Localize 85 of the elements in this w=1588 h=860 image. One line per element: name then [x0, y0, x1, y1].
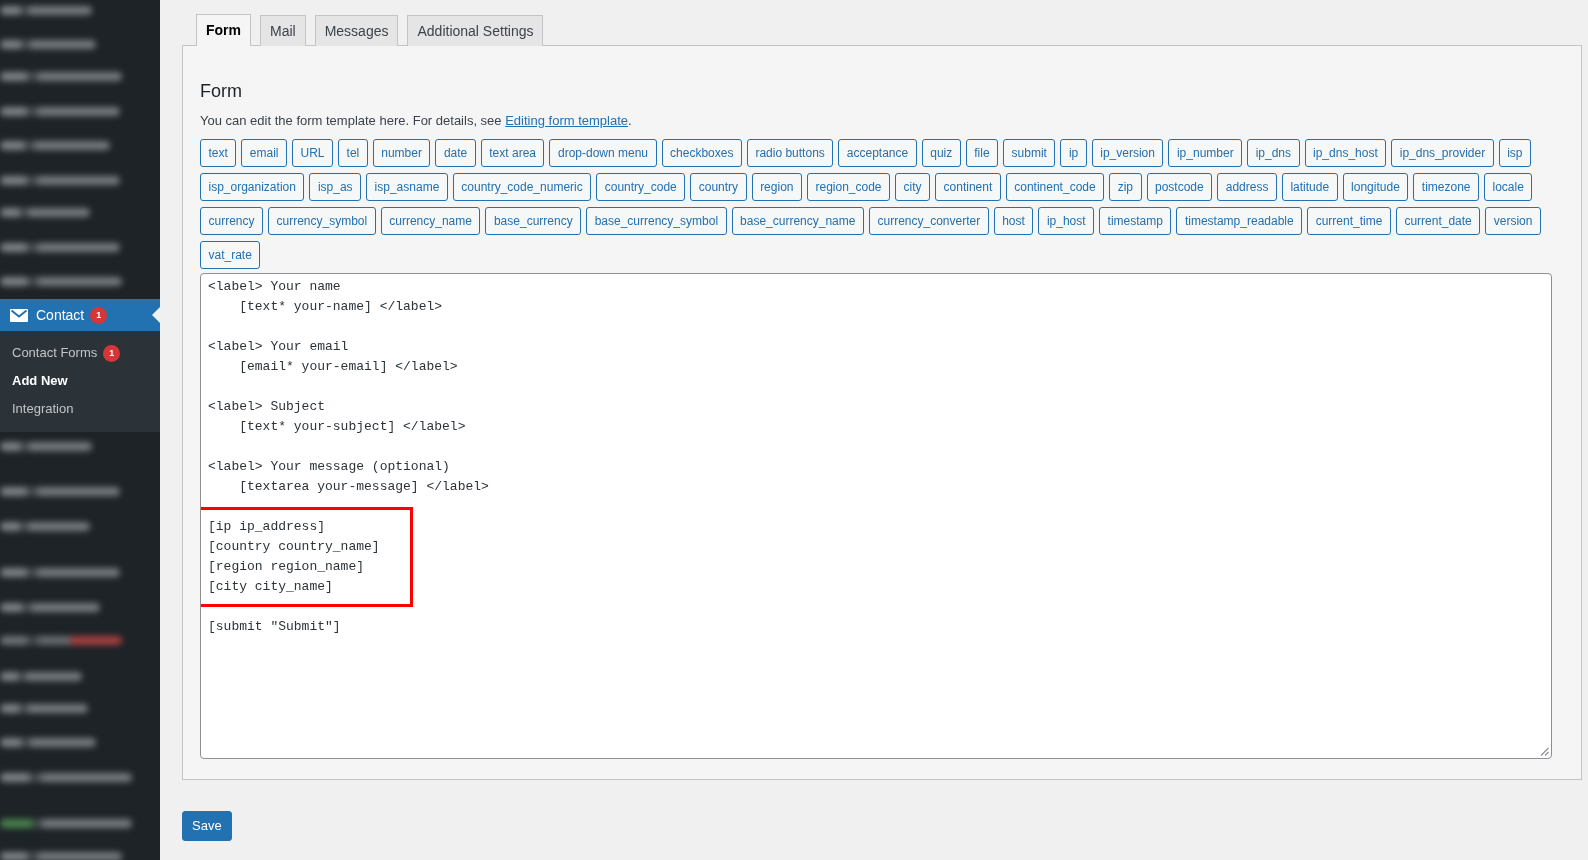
tag-generator-button[interactable]: radio buttons	[746, 139, 834, 167]
tag-generator-button[interactable]: locale	[1484, 173, 1533, 201]
tag-generator-button[interactable]: ip_number	[1168, 139, 1243, 167]
form-template-editor[interactable]	[200, 273, 1552, 759]
template-line: [email* your-email] </label>	[238, 358, 458, 376]
tag-generator-button[interactable]: email	[241, 139, 288, 167]
notification-count: 1	[90, 306, 108, 324]
tag-generator-button[interactable]: address	[1217, 173, 1277, 201]
tag-generator-button[interactable]: country_code	[596, 173, 686, 201]
tag-generator-button[interactable]: zip	[1109, 173, 1142, 201]
editing-form-template-link[interactable]: Editing form template	[505, 113, 629, 128]
tag-generator-button[interactable]: timestamp	[1099, 207, 1172, 235]
template-line: [submit "Submit"]	[208, 618, 341, 636]
tag-generator-button[interactable]: ip_dns_host	[1304, 139, 1387, 167]
tag-generator-button[interactable]: currency_symbol	[268, 207, 376, 235]
tab[interactable]: Messages	[314, 15, 399, 46]
envelope-icon	[10, 308, 28, 322]
tag-generator-button[interactable]: date	[435, 139, 476, 167]
tag-generator-button[interactable]: current_time	[1307, 207, 1391, 235]
tag-generator-button[interactable]: number	[372, 139, 431, 167]
tag-generator-button[interactable]: ip_version	[1091, 139, 1164, 167]
submenu-item[interactable]: Integration	[0, 395, 80, 424]
tab[interactable]: Additional Settings	[407, 15, 544, 46]
tag-generator-button[interactable]: drop-down menu	[549, 139, 657, 167]
tag-generator-button[interactable]: currency_converter	[868, 207, 989, 235]
tag-generator-button[interactable]: country_code_numeric	[452, 173, 592, 201]
notification-count: 1	[103, 344, 121, 362]
template-line: [city city_name]	[208, 578, 333, 596]
tag-generator-button[interactable]: ip_dns_provider	[1391, 139, 1494, 167]
template-line: <label> Your message (optional)	[208, 458, 450, 476]
tag-generator-button[interactable]: text	[200, 139, 237, 167]
tag-generator-button[interactable]: acceptance	[838, 139, 917, 167]
tag-generator-button[interactable]: latitude	[1281, 173, 1338, 201]
tag-generator-button[interactable]: text area	[480, 139, 545, 167]
tag-generator-button[interactable]: timezone	[1413, 173, 1480, 201]
tag-generator-button[interactable]: postcode	[1146, 173, 1213, 201]
template-line: [country country_name]	[208, 538, 380, 556]
tag-generator-button[interactable]: currency	[200, 207, 263, 235]
tag-generator-button[interactable]: city	[895, 173, 931, 201]
tag-generator-button[interactable]: isp_asname	[366, 173, 448, 201]
tag-generator-button[interactable]: quiz	[921, 139, 961, 167]
resize-grip-icon	[1540, 747, 1549, 756]
template-line: [ip ip_address]	[208, 518, 326, 536]
tag-generator-button[interactable]: continent	[935, 173, 1001, 201]
tag-generator-button[interactable]: checkboxes	[661, 139, 742, 167]
tag-generator-button[interactable]: base_currency_symbol	[586, 207, 727, 235]
tag-generator-button[interactable]: submit	[1003, 139, 1056, 167]
template-line: [textarea your-message] </label>	[238, 478, 489, 496]
tag-generator-button[interactable]: isp_as	[309, 173, 362, 201]
template-line: <label> Your email	[208, 338, 349, 356]
tag-generator-button[interactable]: ip_dns	[1247, 139, 1300, 167]
contact-menu-item[interactable]: Contact 1	[0, 299, 160, 332]
tag-generator-button[interactable]: longitude	[1342, 173, 1409, 201]
tag-generator-button[interactable]: file	[965, 139, 999, 167]
tag-generator-button[interactable]: timestamp_readable	[1176, 207, 1303, 235]
tag-generator-button[interactable]: region	[751, 173, 802, 201]
tag-generator-button[interactable]: URL	[292, 139, 334, 167]
tag-generator-button[interactable]: region_code	[807, 173, 891, 201]
tag-generator-button[interactable]: base_currency_name	[731, 207, 864, 235]
menu-pointer-icon	[152, 307, 160, 324]
template-line: [text* your-subject] </label>	[238, 418, 466, 436]
submenu-item[interactable]: Contact Forms 1	[0, 339, 127, 368]
tag-generator-button[interactable]: host	[993, 207, 1034, 235]
tag-generator-button[interactable]: version	[1485, 207, 1541, 235]
tag-generator-button[interactable]: ip_host	[1038, 207, 1095, 235]
template-line: [region region_name]	[208, 558, 365, 576]
tab[interactable]: Mail	[260, 15, 306, 46]
tag-generator-button[interactable]: vat_rate	[200, 241, 261, 269]
save-button[interactable]: Save	[182, 811, 232, 841]
form-description: You can edit the form template here. For details, see Editing form template.	[200, 112, 632, 130]
tag-generator-button[interactable]: current_date	[1395, 207, 1481, 235]
panel-title: Form	[200, 80, 242, 103]
template-line: <label> Subject	[208, 398, 326, 416]
tag-generator-button[interactable]: ip	[1060, 139, 1087, 167]
tag-generator-button[interactable]: isp_organization	[200, 173, 305, 201]
tag-generator-button[interactable]: continent_code	[1005, 173, 1105, 201]
submenu-item[interactable]: Add New	[0, 367, 74, 396]
tag-generator-button[interactable]: base_currency	[485, 207, 582, 235]
tag-generator-button[interactable]: isp	[1498, 139, 1531, 167]
tab[interactable]: Form	[196, 14, 251, 46]
template-line: [text* your-name] </label>	[238, 298, 443, 316]
tag-generator-button[interactable]: tel	[338, 139, 368, 167]
tag-generator-button[interactable]: country	[690, 173, 747, 201]
template-line: <label> Your name	[208, 278, 341, 296]
tag-generator-button[interactable]: currency_name	[380, 207, 481, 235]
